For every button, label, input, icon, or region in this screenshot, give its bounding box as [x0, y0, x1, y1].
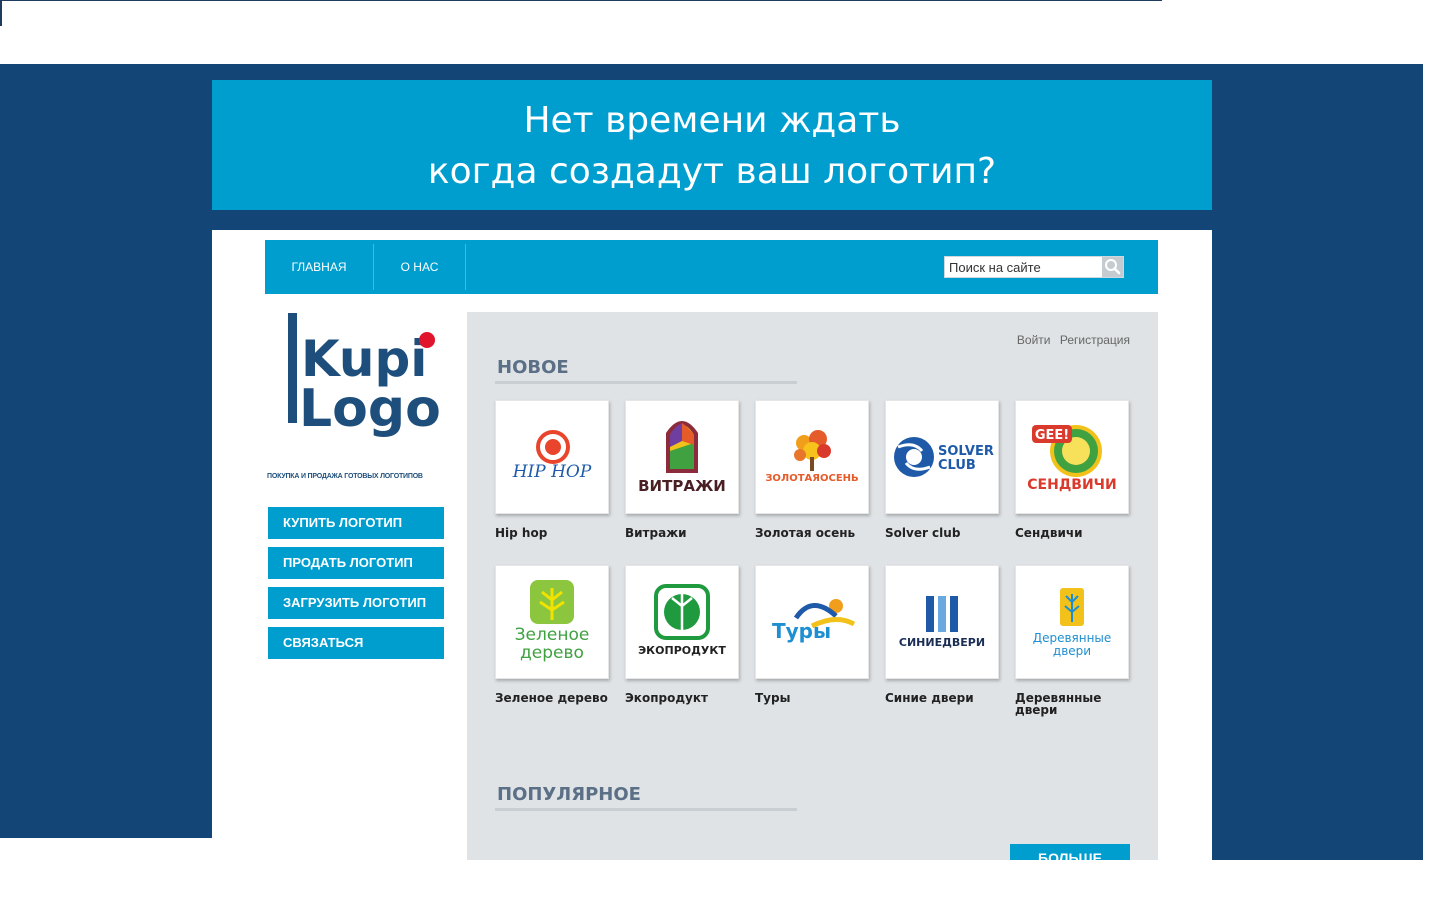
- zelenoe-derevo-logo-icon: Зеленое дерево: [515, 580, 590, 663]
- auth-links: Войти Регистрация: [1011, 333, 1130, 347]
- product-name[interactable]: Экопродукт: [625, 692, 745, 704]
- zolotaya-osen-logo-text: ЗОЛОТАЯОСЕНЬ: [765, 473, 858, 484]
- logo-tagline: ПОКУПКА И ПРОДАЖА ГОТОВЫХ ЛОГОТИПОВ: [267, 473, 423, 480]
- sinie-dveri-logo-icon: СИНИЕДВЕРИ: [899, 596, 985, 649]
- banner-line-1: Нет времени ждать: [523, 100, 901, 141]
- top-marker: [0, 0, 2, 26]
- solver-logo-text: SOLVER: [938, 444, 994, 459]
- product-card-ekoprodukt[interactable]: ЭКОПРОДУКТ: [625, 565, 739, 679]
- page-root: Нет времени ждать когда создадут ваш лог…: [0, 0, 1440, 900]
- sinie-dveri-logo-text: СИНИЕДВЕРИ: [899, 636, 985, 649]
- top-divider: [0, 0, 1162, 1]
- gee-logo-text: GEE!: [1035, 428, 1069, 443]
- product-card-tury[interactable]: Туры: [755, 565, 869, 679]
- section-underline-popular: [495, 808, 797, 811]
- search-icon: [1105, 259, 1121, 275]
- product-card-zelenoe-derevo[interactable]: Зеленое дерево: [495, 565, 609, 679]
- product-name[interactable]: Зеленое дерево: [495, 692, 615, 704]
- content-panel: Войти Регистрация НОВОЕ HIP HOP Hip hop: [467, 312, 1158, 860]
- section-title-new: НОВОЕ: [497, 357, 569, 378]
- sendvichi-logo-icon: GEE! СЕНДВИЧИ: [1027, 425, 1117, 493]
- product-card-zolotaya-osen[interactable]: ЗОЛОТАЯОСЕНЬ: [755, 400, 869, 514]
- zelenoe-logo-text: Зеленое: [515, 625, 590, 645]
- hip-hop-logo-text: HIP HOP: [512, 462, 592, 482]
- sendvichi-logo-text: СЕНДВИЧИ: [1027, 477, 1116, 493]
- nav-item-home[interactable]: ГЛАВНАЯ: [265, 244, 374, 290]
- product-name[interactable]: Золотая осень: [755, 527, 875, 539]
- product-name[interactable]: Витражи: [625, 527, 745, 539]
- solver-club-logo-icon: SOLVER CLUB: [894, 437, 994, 477]
- register-link[interactable]: Регистрация: [1060, 333, 1130, 347]
- search-input[interactable]: [945, 257, 1103, 277]
- vitrazhi-logo-icon: ВИТРАЖИ: [638, 421, 726, 495]
- derevo-logo-text: дерево: [520, 643, 584, 663]
- section-title-popular: ПОПУЛЯРНОЕ: [497, 784, 641, 805]
- derevyannye-dveri-logo-icon: Деревянные двери: [1033, 588, 1112, 658]
- login-link[interactable]: Войти: [1017, 333, 1051, 347]
- product-card-solver-club[interactable]: SOLVER CLUB: [885, 400, 999, 514]
- product-name[interactable]: Hip hop: [495, 527, 615, 539]
- vitrazhi-logo-text: ВИТРАЖИ: [638, 477, 726, 495]
- product-name[interactable]: Синие двери: [885, 692, 1005, 704]
- buy-logo-button[interactable]: КУПИТЬ ЛОГОТИП: [268, 507, 444, 539]
- search-box: [944, 256, 1124, 278]
- product-card-vitrazhi[interactable]: ВИТРАЖИ: [625, 400, 739, 514]
- product-name[interactable]: Solver club: [885, 527, 1005, 539]
- section-underline-new: [495, 381, 797, 384]
- main-page: ГЛАВНАЯ О НАС Kupi Logo ПОКУПКА И ПРО: [212, 230, 1212, 860]
- more-button[interactable]: БОЛЬШЕ: [1010, 844, 1130, 860]
- product-name[interactable]: Сендвичи: [1015, 527, 1135, 539]
- product-name[interactable]: Деревянные двери: [1015, 692, 1135, 716]
- site-logo[interactable]: Kupi Logo: [265, 308, 450, 488]
- dveri-logo-text: двери: [1053, 644, 1091, 658]
- derevyannye-logo-text: Деревянные: [1033, 631, 1112, 645]
- sell-logo-button[interactable]: ПРОДАТЬ ЛОГОТИП: [268, 547, 444, 579]
- upload-logo-button[interactable]: ЗАГРУЗИТЬ ЛОГОТИП: [268, 587, 444, 619]
- tury-logo-text: Туры: [772, 619, 831, 643]
- product-card-derevyannye-dveri[interactable]: Деревянные двери: [1015, 565, 1129, 679]
- contact-button[interactable]: СВЯЗАТЬСЯ: [268, 627, 444, 659]
- kupilogo-logo: Kupi Logo: [288, 313, 441, 439]
- club-logo-text: CLUB: [938, 458, 976, 473]
- dark-background-right: [1212, 64, 1423, 860]
- zolotaya-osen-logo-icon: ЗОЛОТАЯОСЕНЬ: [765, 430, 859, 484]
- product-name[interactable]: Туры: [755, 692, 875, 704]
- tury-logo-icon: Туры: [772, 599, 856, 643]
- product-card-sendvichi[interactable]: GEE! СЕНДВИЧИ: [1015, 400, 1129, 514]
- logo-word-2: Logo: [299, 379, 441, 439]
- top-nav: ГЛАВНАЯ О НАС: [265, 240, 1158, 294]
- search-button[interactable]: [1102, 257, 1123, 277]
- banner-line-2: когда создадут ваш логотип?: [427, 151, 997, 192]
- nav-item-about[interactable]: О НАС: [374, 244, 466, 290]
- product-card-hip-hop[interactable]: HIP HOP: [495, 400, 609, 514]
- hero-banner: Нет времени ждать когда создадут ваш лог…: [212, 80, 1212, 210]
- product-card-sinie-dveri[interactable]: СИНИЕДВЕРИ: [885, 565, 999, 679]
- ekoprodukt-logo-text: ЭКОПРОДУКТ: [638, 644, 726, 657]
- ekoprodukt-logo-icon: ЭКОПРОДУКТ: [638, 584, 726, 657]
- hip-hop-logo-icon: HIP HOP: [512, 430, 592, 482]
